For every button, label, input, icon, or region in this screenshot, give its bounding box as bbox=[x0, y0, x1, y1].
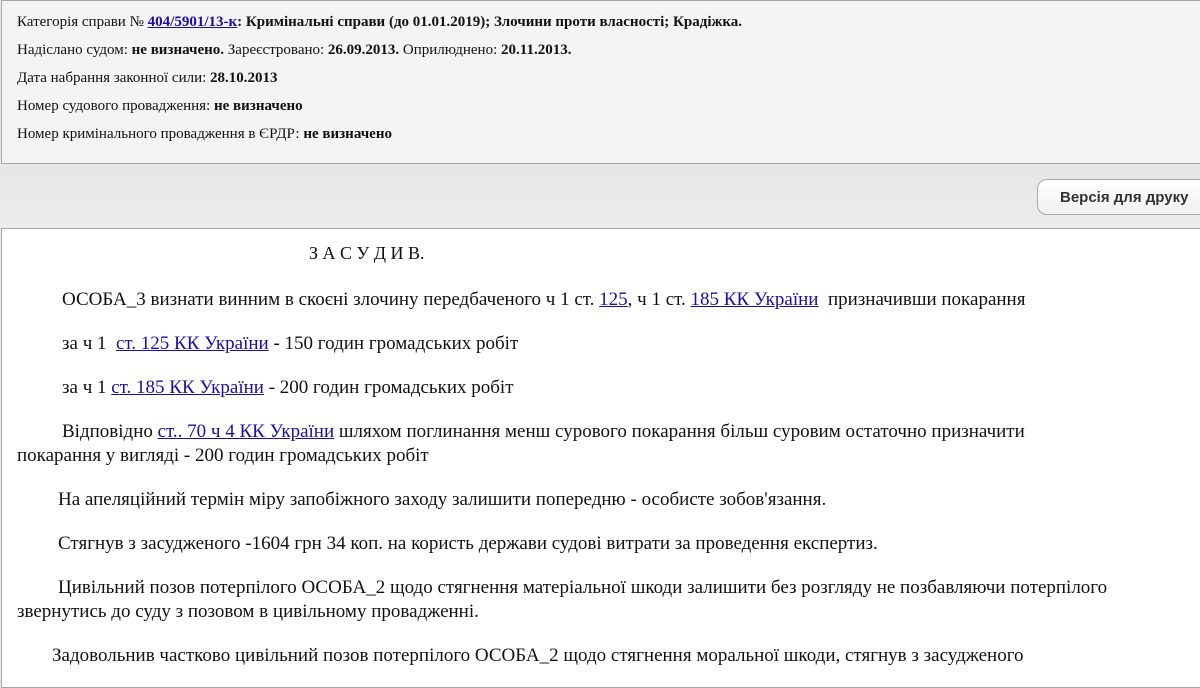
paragraph-7-line-2: звернутись до суду з позовом в цивільном… bbox=[17, 601, 479, 622]
case-info-panel: Категорія справи № 404/5901/13-к: Кримін… bbox=[1, 0, 1200, 164]
published-value: 20.11.2013. bbox=[501, 42, 572, 58]
article-125-full-link[interactable]: ст. 125 КК України bbox=[116, 333, 269, 354]
paragraph-6: Стягнув з засудженого -1604 грн 34 коп. … bbox=[58, 533, 878, 554]
effective-date-line: Дата набрання законної сили: 28.10.2013 bbox=[17, 70, 278, 87]
criminal-proceeding-line: Номер кримінального провадження в ЄРДР: … bbox=[17, 126, 392, 143]
print-version-button[interactable]: Версія для друку bbox=[1037, 179, 1200, 215]
paragraph-2: за ч 1 ст. 125 КК України - 150 годин гр… bbox=[62, 333, 518, 355]
court-proceeding-label: Номер судового провадження: bbox=[17, 98, 211, 114]
paragraph-5: На апеляційний термін міру запобіжного з… bbox=[58, 489, 827, 510]
paragraph-1-text-c: призначивши покарання bbox=[827, 289, 1026, 310]
court-proceeding-value: не визначено bbox=[214, 98, 303, 114]
paragraph-1-text-b: , ч 1 ст. bbox=[627, 289, 686, 310]
paragraph-3-text-a: за ч 1 bbox=[62, 377, 107, 398]
registered-value: 26.09.2013. bbox=[327, 42, 400, 58]
effective-date-value: 28.10.2013 bbox=[210, 70, 278, 86]
registered-label: Зареєстровано: bbox=[227, 42, 325, 58]
paragraph-3-text-b: - 200 годин громадських робіт bbox=[268, 377, 514, 398]
paragraph-1: ОСОБА_3 визнати винним в скоєні злочину … bbox=[62, 289, 1025, 311]
court-proceeding-line: Номер судового провадження: не визначено bbox=[17, 98, 303, 115]
paragraph-2-text-a: за ч 1 bbox=[62, 333, 107, 354]
article-185-link[interactable]: 185 КК України bbox=[691, 289, 819, 310]
paragraph-4-text-b: шляхом поглинання менш сурового покаранн… bbox=[338, 421, 1025, 442]
case-category-label: Категорія справи № bbox=[17, 14, 144, 30]
paragraph-4-text-a: Відповідно bbox=[62, 421, 153, 442]
toolbar: Версія для друку bbox=[0, 165, 1200, 227]
article-125-link[interactable]: 125 bbox=[599, 289, 628, 310]
sent-by-label: Надіслано судом: bbox=[17, 42, 128, 58]
sent-by-value: не визначено. bbox=[131, 42, 225, 58]
document-body: З А С У Д И В. ОСОБА_3 визнати винним в … bbox=[1, 228, 1200, 688]
paragraph-4: Відповідно ст.. 70 ч 4 КК України шляхом… bbox=[62, 421, 1025, 443]
article-185-full-link[interactable]: ст. 185 КК України bbox=[111, 377, 264, 398]
paragraph-1-text-a: ОСОБА_3 визнати винним в скоєні злочину … bbox=[62, 289, 595, 310]
paragraph-8: Задовольнив частково цивільний позов пот… bbox=[52, 645, 1024, 666]
paragraph-3: за ч 1 ст. 185 КК України - 200 годин гр… bbox=[62, 377, 514, 399]
article-70-link[interactable]: ст.. 70 ч 4 КК України bbox=[158, 421, 335, 442]
effective-date-label: Дата набрання законної сили: bbox=[17, 70, 207, 86]
paragraph-2-text-b: - 150 годин громадських робіт bbox=[273, 333, 519, 354]
criminal-proceeding-label: Номер кримінального провадження в ЄРДР: bbox=[17, 126, 300, 142]
criminal-proceeding-value: не визначено bbox=[303, 126, 392, 142]
case-dates-line: Надіслано судом: не визначено. Зареєстро… bbox=[17, 42, 571, 59]
case-category-line: Категорія справи № 404/5901/13-к: Кримін… bbox=[17, 14, 742, 31]
case-category-value: : Кримінальні справи (до 01.01.2019); Зл… bbox=[237, 14, 743, 30]
paragraph-7: Цивільний позов потерпілого ОСОБА_2 щодо… bbox=[58, 577, 1108, 598]
paragraph-4-line-2: покарання у вигляді - 200 годин громадсь… bbox=[17, 445, 429, 466]
case-number-link[interactable]: 404/5901/13-к bbox=[148, 14, 237, 30]
published-label: Оприлюднено: bbox=[402, 42, 498, 58]
verdict-heading: З А С У Д И В. bbox=[309, 243, 425, 263]
